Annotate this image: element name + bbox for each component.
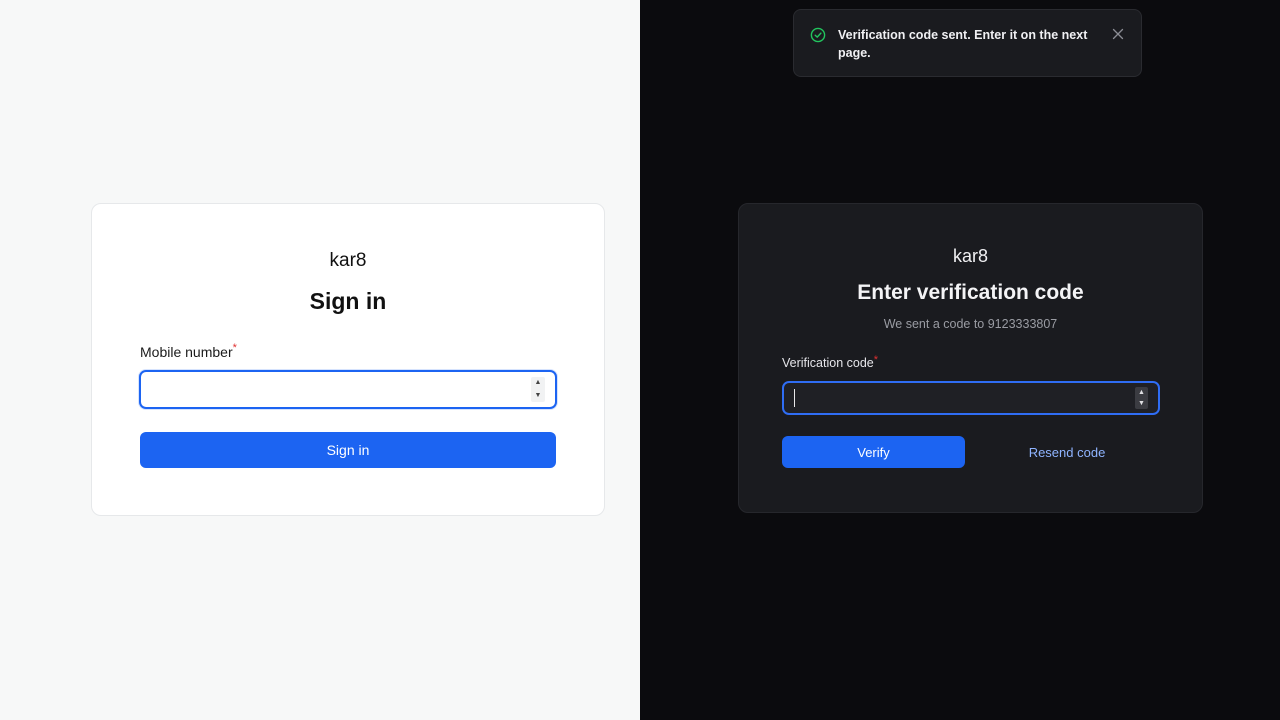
brand-logo: kar8: [329, 250, 367, 271]
text-caret: [794, 389, 795, 407]
resend-code-link[interactable]: Resend code: [999, 436, 1135, 468]
required-mark: *: [232, 342, 237, 354]
required-mark: *: [873, 354, 879, 366]
verification-code-label-text: Verification code: [782, 356, 874, 370]
increment-icon[interactable]: ▲: [1138, 387, 1145, 398]
toast-message: Verification code sent. Enter it on the …: [838, 28, 1088, 60]
page-title: Enter verification code: [857, 281, 1084, 304]
number-stepper[interactable]: ▲ ▼: [531, 377, 545, 402]
signin-card: kar8 Sign in Mobile number* ▲ ▼ Sign in: [91, 203, 605, 516]
brand-logo: kar8: [952, 246, 988, 266]
verify-button[interactable]: Verify: [782, 436, 965, 468]
close-icon[interactable]: [1111, 27, 1125, 41]
page-title: Sign in: [309, 288, 387, 314]
verification-code-label: Verification code*: [782, 354, 879, 370]
number-stepper[interactable]: ▲ ▼: [1135, 387, 1148, 409]
mobile-number-input[interactable]: ▲ ▼: [139, 370, 557, 409]
decrement-icon[interactable]: ▼: [1138, 398, 1145, 409]
mobile-number-label-text: Mobile number: [140, 344, 233, 360]
check-circle-icon: [810, 27, 826, 43]
increment-icon[interactable]: ▲: [535, 377, 542, 389]
light-panel: kar8 Sign in Mobile number* ▲ ▼ Sign in: [0, 0, 640, 720]
code-sent-subtitle: We sent a code to 9123333807: [883, 317, 1058, 331]
decrement-icon[interactable]: ▼: [535, 390, 542, 402]
verification-code-input[interactable]: ▲ ▼: [782, 381, 1160, 415]
mobile-number-label: Mobile number*: [140, 342, 237, 360]
toast-notification: Verification code sent. Enter it on the …: [793, 9, 1142, 77]
verification-card: kar8 Enter verification code We sent a c…: [738, 203, 1203, 513]
signin-button[interactable]: Sign in: [140, 432, 556, 468]
